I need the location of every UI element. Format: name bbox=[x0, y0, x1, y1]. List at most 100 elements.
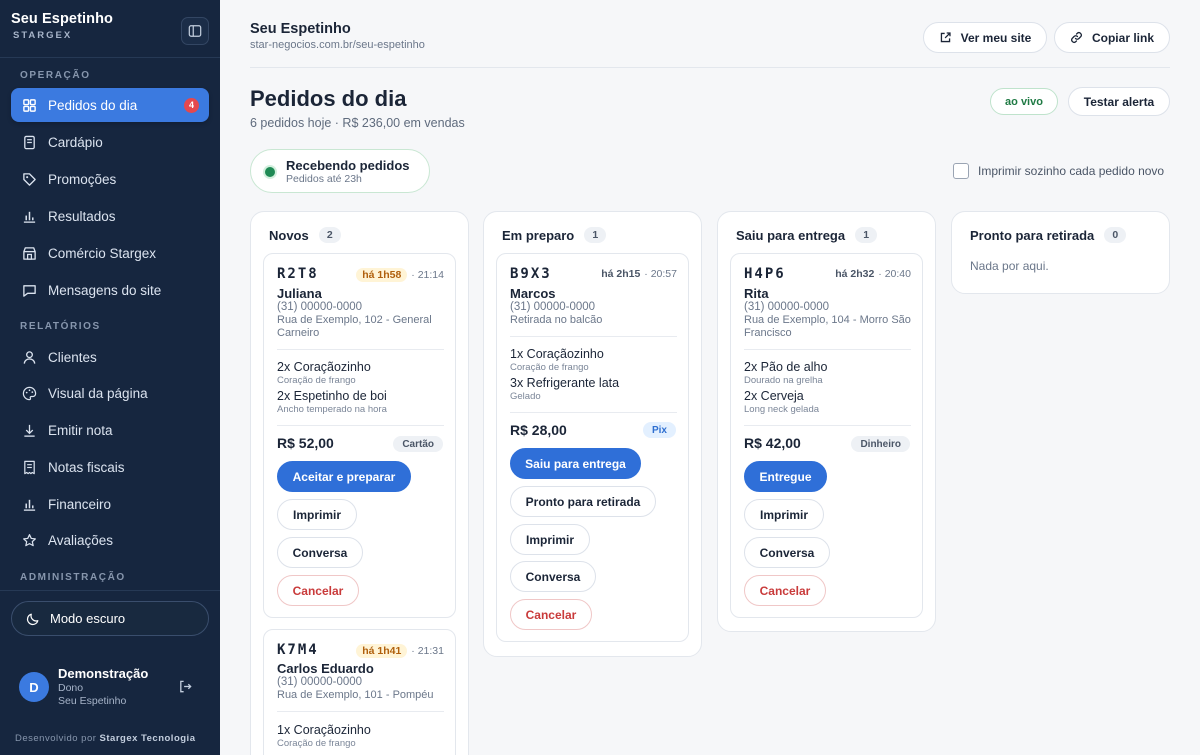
sidebar-item-visual[interactable]: Visual da página bbox=[11, 376, 209, 410]
copy-link-label: Copiar link bbox=[1091, 30, 1154, 45]
sidebar-item-mensagens[interactable]: Mensagens do site bbox=[11, 273, 209, 307]
column-header: Novos 2 bbox=[269, 227, 341, 243]
divider bbox=[744, 349, 911, 350]
out-for-delivery-button[interactable]: Saiu para entrega bbox=[510, 448, 641, 479]
credit-prefix: Desenvolvido por bbox=[15, 733, 97, 744]
sidebar-item-label: Promoções bbox=[48, 171, 117, 187]
order-time: · 21:31 bbox=[411, 645, 444, 657]
user-icon bbox=[21, 349, 37, 365]
accept-order-button[interactable]: Aceitar e preparar bbox=[277, 461, 411, 492]
payment-badge: Dinheiro bbox=[851, 436, 910, 452]
download-icon bbox=[21, 422, 37, 438]
page-subtitle: 6 pedidos hoje · R$ 236,00 em vendas bbox=[250, 116, 465, 130]
sidebar-item-avaliacoes[interactable]: Avaliações bbox=[11, 523, 209, 557]
brand[interactable]: Seu Espetinho STARGEX bbox=[11, 11, 113, 41]
divider bbox=[277, 349, 444, 350]
checkbox[interactable] bbox=[953, 163, 969, 179]
sidebar-item-pedidos[interactable]: Pedidos do dia 4 bbox=[11, 88, 209, 122]
collapse-sidebar-button[interactable] bbox=[181, 17, 209, 45]
bar-chart-icon bbox=[21, 208, 37, 224]
item-note: Ancho temperado na hora bbox=[277, 404, 387, 415]
tag-icon bbox=[21, 171, 37, 187]
sidebar-item-label: Pedidos do dia bbox=[48, 97, 138, 113]
credit-company[interactable]: Stargex Tecnologia bbox=[100, 733, 196, 744]
sidebar-item-cardapio[interactable]: Cardápio bbox=[11, 125, 209, 159]
status-dot bbox=[265, 167, 275, 177]
receipt-icon bbox=[21, 459, 37, 475]
order-age: há 1h58 bbox=[356, 268, 408, 282]
cancel-button[interactable]: Cancelar bbox=[510, 599, 592, 630]
order-card[interactable]: B9X3 há 2h15 · 20:57 Marcos (31) 00000-00… bbox=[496, 253, 689, 642]
auto-print-checkbox[interactable]: Imprimir sozinho cada pedido novo bbox=[953, 163, 1164, 179]
customer-address: Rua de Exemplo, 101 - Pompéu bbox=[277, 689, 434, 701]
sidebar-item-label: Financeiro bbox=[48, 496, 112, 512]
store-name: Seu Espetinho bbox=[250, 21, 351, 37]
item-note: Coração de frango bbox=[277, 738, 356, 749]
print-button[interactable]: Imprimir bbox=[744, 499, 824, 530]
store-status-toggle[interactable]: Recebendo pedidos Pedidos até 23h bbox=[250, 149, 430, 193]
item-note: Coração de frango bbox=[277, 375, 356, 386]
test-alert-button[interactable]: Testar alerta bbox=[1068, 87, 1170, 116]
item-note: Coração de frango bbox=[510, 362, 589, 373]
item-note: Dourado na grelha bbox=[744, 375, 823, 386]
divider bbox=[277, 711, 444, 712]
sidebar-item-financeiro[interactable]: Financeiro bbox=[11, 487, 209, 521]
order-time: · 20:40 bbox=[878, 268, 911, 280]
empty-state: Nada por aqui. bbox=[970, 259, 1049, 273]
brand-name: Seu Espetinho bbox=[11, 11, 114, 27]
column-count: 2 bbox=[318, 227, 341, 243]
sidebar-item-emitir-nota[interactable]: Emitir nota bbox=[11, 413, 209, 447]
chat-button[interactable]: Conversa bbox=[510, 561, 596, 592]
logout-button[interactable] bbox=[178, 679, 193, 694]
copy-link-button[interactable]: Copiar link bbox=[1054, 22, 1170, 53]
order-card[interactable]: H4P6 há 2h32 · 20:40 Rita (31) 00000-0000… bbox=[730, 253, 923, 618]
column-header: Pronto para retirada 0 bbox=[970, 227, 1127, 243]
chat-button[interactable]: Conversa bbox=[277, 537, 363, 568]
column-title: Saiu para entrega bbox=[736, 227, 846, 243]
order-total: R$ 42,00 bbox=[744, 435, 801, 451]
cancel-button[interactable]: Cancelar bbox=[744, 575, 826, 606]
payment-badge: Cartão bbox=[393, 436, 443, 452]
user-role: Dono bbox=[58, 682, 84, 694]
order-meta: há 2h15 · 20:57 bbox=[601, 268, 677, 280]
ready-for-pickup-button[interactable]: Pronto para retirada bbox=[510, 486, 656, 517]
divider bbox=[510, 336, 677, 337]
sidebar-item-label: Resultados bbox=[48, 208, 116, 224]
column-em-preparo: Em preparo 1 B9X3 há 2h15 · 20:57 Marcos … bbox=[483, 211, 702, 657]
sidebar-divider bbox=[0, 590, 220, 591]
order-meta: há 1h41 · 21:31 bbox=[356, 644, 444, 658]
order-card[interactable]: R2T8 há 1h58 · 21:14 Juliana (31) 00000-0… bbox=[263, 253, 456, 618]
customer-name: Carlos Eduardo bbox=[277, 661, 374, 676]
status-title: Recebendo pedidos bbox=[286, 158, 410, 173]
sidebar: Seu Espetinho STARGEX OPERAÇÃO Pedidos d… bbox=[0, 0, 220, 755]
customer-address: Retirada no balcão bbox=[510, 314, 603, 326]
payment-badge: Pix bbox=[642, 422, 676, 438]
dark-mode-toggle[interactable]: Modo escuro bbox=[11, 601, 209, 636]
sidebar-item-comercio[interactable]: Comércio Stargex bbox=[11, 236, 209, 270]
orders-count-badge: 4 bbox=[184, 97, 199, 113]
column-novos: Novos 2 R2T8 há 1h58 · 21:14 Juliana (31)… bbox=[250, 211, 469, 755]
order-code: K7M4 bbox=[277, 642, 319, 658]
sidebar-item-clientes[interactable]: Clientes bbox=[11, 340, 209, 374]
menu-book-icon bbox=[21, 134, 37, 150]
sidebar-item-notas-fiscais[interactable]: Notas fiscais bbox=[11, 450, 209, 484]
chat-button[interactable]: Conversa bbox=[744, 537, 830, 568]
print-button[interactable]: Imprimir bbox=[510, 524, 590, 555]
external-link-icon bbox=[939, 31, 952, 44]
main-content: Seu Espetinho star-negocios.com.br/seu-e… bbox=[220, 0, 1200, 755]
customer-phone: (31) 00000-0000 bbox=[277, 676, 363, 688]
divider bbox=[744, 425, 911, 426]
star-icon bbox=[21, 532, 37, 548]
order-card[interactable]: K7M4 há 1h41 · 21:31 Carlos Eduardo (31) … bbox=[263, 629, 456, 755]
sidebar-item-promocoes[interactable]: Promoções bbox=[11, 162, 209, 196]
print-button[interactable]: Imprimir bbox=[277, 499, 357, 530]
sidebar-item-resultados[interactable]: Resultados bbox=[11, 199, 209, 233]
logout-icon bbox=[180, 680, 192, 693]
cancel-button[interactable]: Cancelar bbox=[277, 575, 359, 606]
view-site-label: Ver meu site bbox=[960, 30, 1032, 45]
order-code: R2T8 bbox=[277, 266, 319, 282]
column-header: Em preparo 1 bbox=[502, 227, 607, 243]
divider bbox=[510, 412, 677, 413]
view-site-button[interactable]: Ver meu site bbox=[923, 22, 1047, 53]
delivered-button[interactable]: Entregue bbox=[744, 461, 827, 492]
